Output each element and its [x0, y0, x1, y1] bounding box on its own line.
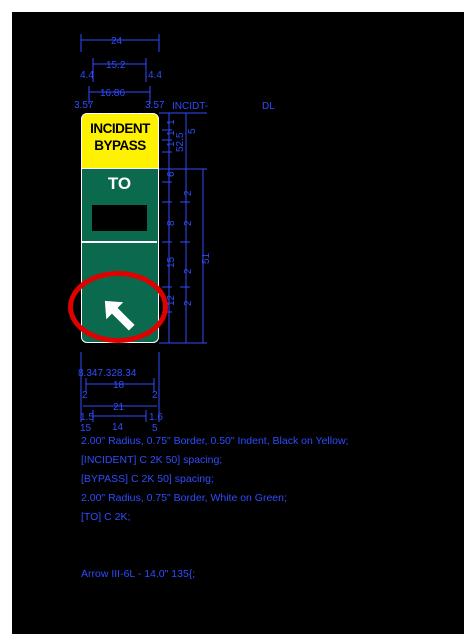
- drawing-canvas: 24 15.2 4.4 4.4 16.86 3.57 3.57 1 1 1 52…: [12, 12, 464, 634]
- note-line: Arrow III-6L - 14.0" 135{;: [81, 568, 196, 580]
- dim-18: 18: [113, 380, 125, 391]
- dim-v-15: 15: [166, 256, 177, 268]
- dim-v-2c: 2: [183, 268, 194, 274]
- sign-text-to: TO: [107, 174, 132, 193]
- label-incidt: INCIDT-: [172, 101, 209, 112]
- dim-v-6: 6: [166, 171, 177, 177]
- dim-4-4-left: 4.4: [80, 70, 94, 81]
- dim-1-5: 1.5: [80, 412, 94, 423]
- dim-bottom-spacing: 8.347.328.34: [78, 368, 137, 379]
- sign-divider: [82, 241, 157, 243]
- note-line: [BYPASS] C 2K 50] spacing;: [81, 473, 214, 485]
- sign-spec-notes: 2.00" Radius, 0.75" Border, 0.50" Indent…: [81, 432, 461, 584]
- note-line: [INCIDENT] C 2K 50] spacing;: [81, 454, 223, 466]
- dim-2-right: 2: [152, 390, 158, 401]
- dim-v-52-5: 52.5: [175, 132, 186, 152]
- dim-v-8: 8: [166, 220, 177, 226]
- dim-v-2b: 2: [183, 220, 194, 226]
- dim-v-51: 51: [201, 252, 212, 264]
- dim-v-2d: 2: [183, 300, 194, 306]
- note-line: 2.00" Radius, 0.75" Border, White on Gre…: [81, 492, 287, 504]
- sign-text-incident: INCIDENT: [90, 121, 150, 136]
- dim-3-57-left: 3.57: [74, 100, 94, 111]
- dim-4-4-right: 4.4: [148, 70, 162, 81]
- note-line: [81, 527, 461, 546]
- dim-v-1a: 1: [166, 119, 177, 125]
- dim-3-57-right: 3.57: [145, 100, 165, 111]
- highlight-circle: [68, 271, 168, 343]
- dim-21: 21: [113, 402, 125, 413]
- blank-route-panel: [92, 205, 147, 231]
- dim-v-2a: 2: [183, 190, 194, 196]
- dim-1-6: 1.6: [149, 412, 163, 423]
- dim-v-5: 5: [187, 128, 198, 134]
- note-line: [81, 546, 461, 565]
- note-line: 2.00" Radius, 0.75" Border, 0.50" Indent…: [81, 435, 349, 447]
- label-dl: DL: [262, 101, 275, 112]
- note-line: [TO] C 2K;: [81, 511, 131, 523]
- sign-text-bypass: BYPASS: [94, 138, 146, 153]
- dim-15-2: 15.2: [106, 60, 126, 71]
- dim-2-left: 2: [82, 390, 88, 401]
- dim-16-86: 16.86: [100, 88, 125, 99]
- sign-yellow-panel: INCIDENT BYPASS: [81, 113, 159, 169]
- dim-24: 24: [111, 36, 123, 47]
